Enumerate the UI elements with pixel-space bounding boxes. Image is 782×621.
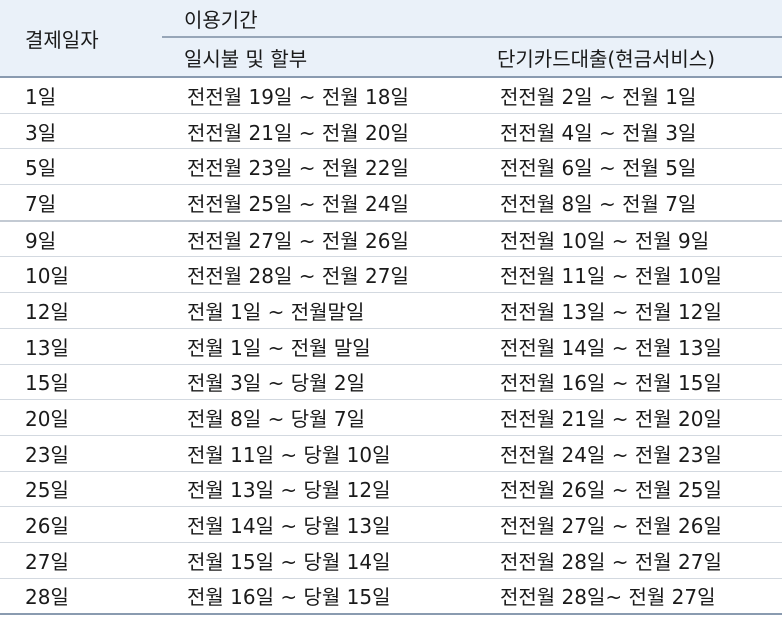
installment-period-cell: 전전월 28일 ~ 전월 27일 bbox=[162, 256, 475, 294]
installment-period-cell: 전월 13일 ~ 당월 12일 bbox=[162, 471, 475, 508]
payment-date-cell: 5일 bbox=[0, 148, 162, 186]
payment-date-cell: 20일 bbox=[0, 399, 162, 436]
payment-date-cell: 12일 bbox=[0, 292, 162, 329]
cash-service-period-cell: 전전월 13일 ~ 전월 12일 bbox=[475, 292, 782, 329]
payment-date-cell: 28일 bbox=[0, 578, 162, 616]
installment-period-cell: 전전월 25일 ~ 전월 24일 bbox=[162, 184, 475, 222]
payment-date-cell: 13일 bbox=[0, 328, 162, 365]
table-row: 3일 전전월 21일 ~ 전월 20일 전전월 4일 ~ 전월 3일 bbox=[0, 113, 782, 150]
payment-date-cell: 26일 bbox=[0, 506, 162, 543]
cash-service-period-cell: 전전월 24일 ~ 전월 23일 bbox=[475, 435, 782, 472]
cash-service-period-cell: 전전월 21일 ~ 전월 20일 bbox=[475, 399, 782, 436]
cash-service-period-cell: 전전월 4일 ~ 전월 3일 bbox=[475, 113, 782, 150]
table-row: 5일 전전월 23일 ~ 전월 22일 전전월 6일 ~ 전월 5일 bbox=[0, 148, 782, 186]
table-row: 10일 전전월 28일 ~ 전월 27일 전전월 11일 ~ 전월 10일 bbox=[0, 256, 782, 294]
cash-service-period-cell: 전전월 8일 ~ 전월 7일 bbox=[475, 184, 782, 222]
installment-period-cell: 전월 1일 ~ 전월 말일 bbox=[162, 328, 475, 365]
table-row: 27일 전월 15일 ~ 당월 14일 전전월 28일 ~ 전월 27일 bbox=[0, 542, 782, 579]
table-body: 1일 전전월 19일 ~ 전월 18일 전전월 2일 ~ 전월 1일 3일 전전월 2… bbox=[0, 77, 782, 616]
billing-period-table: 결제일자 이용기간 일시불 및 할부 단기카드대출(현금서비스) 1일 전전월 1… bbox=[0, 0, 782, 616]
payment-date-cell: 3일 bbox=[0, 113, 162, 150]
installment-period-cell: 전전월 19일 ~ 전월 18일 bbox=[162, 77, 475, 114]
cash-service-period-cell: 전전월 14일 ~ 전월 13일 bbox=[475, 328, 782, 365]
payment-date-cell: 25일 bbox=[0, 471, 162, 508]
payment-date-cell: 1일 bbox=[0, 77, 162, 114]
cash-service-period-cell: 전전월 6일 ~ 전월 5일 bbox=[475, 148, 782, 186]
table-row: 28일 전월 16일 ~ 당월 15일 전전월 28일~ 전월 27일 bbox=[0, 578, 782, 616]
installment-period-cell: 전전월 23일 ~ 전월 22일 bbox=[162, 148, 475, 186]
header-payment-date: 결제일자 bbox=[0, 0, 162, 78]
table-row: 25일 전월 13일 ~ 당월 12일 전전월 26일 ~ 전월 25일 bbox=[0, 471, 782, 508]
installment-period-cell: 전월 14일 ~ 당월 13일 bbox=[162, 506, 475, 543]
installment-period-cell: 전월 3일 ~ 당월 2일 bbox=[162, 364, 475, 401]
payment-date-cell: 9일 bbox=[0, 220, 162, 258]
cash-service-period-cell: 전전월 26일 ~ 전월 25일 bbox=[475, 471, 782, 508]
cash-service-period-cell: 전전월 16일 ~ 전월 15일 bbox=[475, 364, 782, 401]
cash-service-period-cell: 전전월 2일 ~ 전월 1일 bbox=[475, 77, 782, 114]
payment-date-cell: 7일 bbox=[0, 184, 162, 222]
payment-date-cell: 10일 bbox=[0, 256, 162, 294]
table-row: 23일 전월 11일 ~ 당월 10일 전전월 24일 ~ 전월 23일 bbox=[0, 435, 782, 472]
cash-service-period-cell: 전전월 10일 ~ 전월 9일 bbox=[475, 220, 782, 258]
installment-period-cell: 전전월 27일 ~ 전월 26일 bbox=[162, 220, 475, 258]
table-row: 26일 전월 14일 ~ 당월 13일 전전월 27일 ~ 전월 26일 bbox=[0, 506, 782, 543]
installment-period-cell: 전전월 21일 ~ 전월 20일 bbox=[162, 113, 475, 150]
payment-date-cell: 15일 bbox=[0, 364, 162, 401]
cash-service-period-cell: 전전월 28일~ 전월 27일 bbox=[475, 578, 782, 616]
installment-period-cell: 전월 8일 ~ 당월 7일 bbox=[162, 399, 475, 436]
installment-period-cell: 전월 15일 ~ 당월 14일 bbox=[162, 542, 475, 579]
cash-service-period-cell: 전전월 11일 ~ 전월 10일 bbox=[475, 256, 782, 294]
header-cash-service: 단기카드대출(현금서비스) bbox=[475, 37, 782, 78]
header-usage-period: 이용기간 bbox=[162, 0, 782, 38]
installment-period-cell: 전월 16일 ~ 당월 15일 bbox=[162, 578, 475, 616]
payment-date-cell: 27일 bbox=[0, 542, 162, 579]
table-row: 1일 전전월 19일 ~ 전월 18일 전전월 2일 ~ 전월 1일 bbox=[0, 77, 782, 114]
table-row: 7일 전전월 25일 ~ 전월 24일 전전월 8일 ~ 전월 7일 bbox=[0, 184, 782, 222]
table-row: 13일 전월 1일 ~ 전월 말일 전전월 14일 ~ 전월 13일 bbox=[0, 328, 782, 365]
table-header: 결제일자 이용기간 일시불 및 할부 단기카드대출(현금서비스) bbox=[0, 0, 782, 78]
cash-service-period-cell: 전전월 28일 ~ 전월 27일 bbox=[475, 542, 782, 579]
table-row: 15일 전월 3일 ~ 당월 2일 전전월 16일 ~ 전월 15일 bbox=[0, 364, 782, 401]
payment-date-cell: 23일 bbox=[0, 435, 162, 472]
cash-service-period-cell: 전전월 27일 ~ 전월 26일 bbox=[475, 506, 782, 543]
table-row: 20일 전월 8일 ~ 당월 7일 전전월 21일 ~ 전월 20일 bbox=[0, 399, 782, 436]
table-row: 12일 전월 1일 ~ 전월말일 전전월 13일 ~ 전월 12일 bbox=[0, 292, 782, 329]
installment-period-cell: 전월 11일 ~ 당월 10일 bbox=[162, 435, 475, 472]
table-row: 9일 전전월 27일 ~ 전월 26일 전전월 10일 ~ 전월 9일 bbox=[0, 220, 782, 258]
installment-period-cell: 전월 1일 ~ 전월말일 bbox=[162, 292, 475, 329]
header-installment: 일시불 및 할부 bbox=[162, 37, 475, 78]
